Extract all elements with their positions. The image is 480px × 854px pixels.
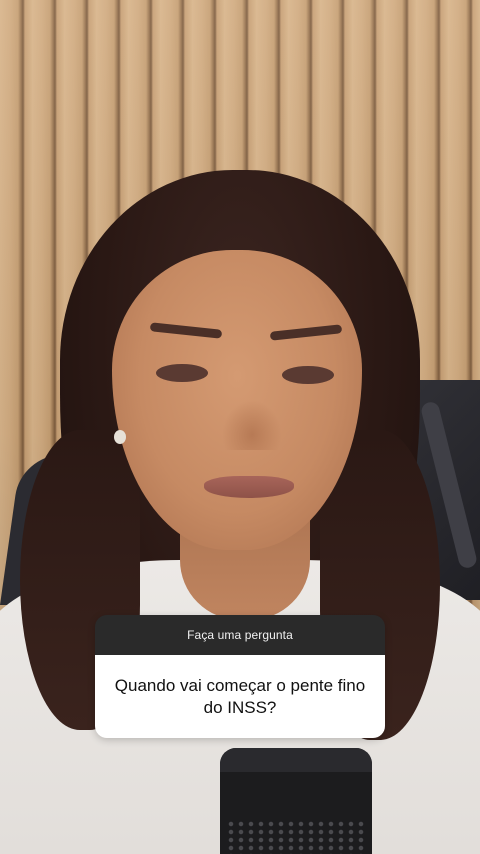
nose	[222, 400, 282, 450]
right-eye	[282, 366, 334, 384]
question-sticker[interactable]: Faça uma pergunta Quando vai começar o p…	[95, 615, 385, 738]
question-sticker-header: Faça uma pergunta	[95, 615, 385, 655]
question-sticker-body: Quando vai começar o pente fino do INSS?	[95, 655, 385, 738]
microphone-grille	[226, 820, 366, 854]
question-text: Quando vai começar o pente fino do INSS?	[114, 675, 366, 717]
question-sticker-prompt: Faça uma pergunta	[187, 628, 293, 642]
mouth	[204, 476, 294, 498]
earring	[114, 430, 126, 444]
left-eye	[156, 364, 208, 382]
